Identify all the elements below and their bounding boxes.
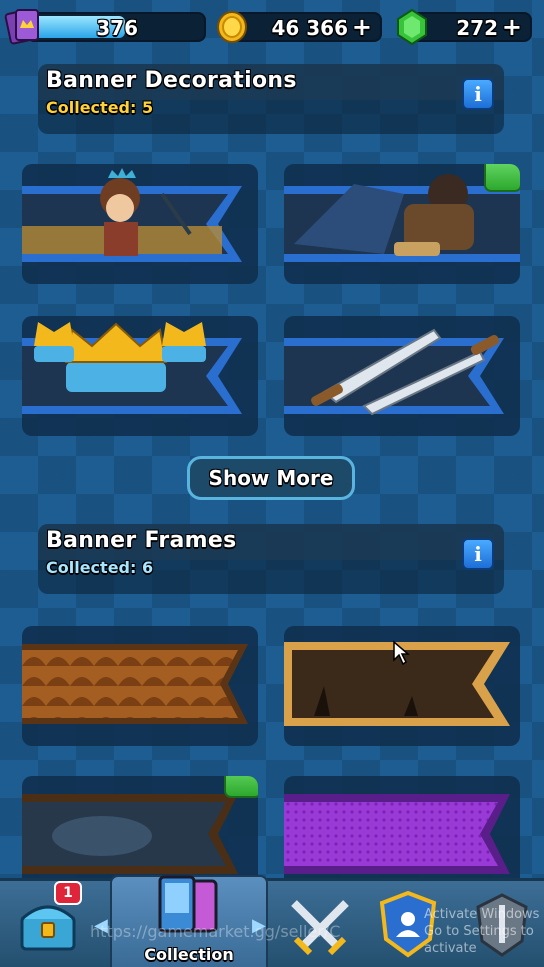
activate-windows-watermark: Activate Windows Go to Settings to activ… — [424, 906, 544, 957]
show-more-button[interactable]: Show More — [187, 456, 355, 500]
selected-check-icon — [224, 776, 258, 798]
decoration-card-swords[interactable] — [284, 316, 520, 436]
top-resource-bar: 376 46 366 + 272 + — [0, 0, 544, 52]
trophy-count: 376 — [96, 16, 138, 40]
wood-frame-art — [22, 644, 248, 724]
gold-value: 46 366 — [271, 16, 348, 40]
notification-badge: 1 — [54, 881, 82, 905]
banner-frames-header: Banner Frames Collected: 6 i — [38, 524, 504, 594]
gold-counter[interactable]: 46 366 + — [226, 12, 382, 42]
watermark-line-2: Go to Settings to activate — [424, 924, 534, 956]
nav-shop[interactable]: 1 — [0, 881, 104, 967]
gold-coin-icon — [217, 11, 247, 43]
green-gem-icon — [397, 8, 427, 46]
frame-card-wood[interactable] — [22, 626, 258, 746]
xp-bar[interactable]: 376 — [26, 12, 206, 42]
nav-label-collection: Collection — [144, 945, 234, 964]
banner-decorations-header: Banner Decorations Collected: 5 i — [38, 64, 504, 134]
gold-plus-button[interactable]: + — [352, 13, 372, 41]
info-button[interactable]: i — [462, 538, 494, 570]
section-title: Banner Decorations — [46, 68, 297, 93]
card-deck-icon[interactable] — [4, 6, 44, 46]
watermark-line-1: Activate Windows — [424, 907, 540, 922]
decoration-card-crowns[interactable] — [22, 316, 258, 436]
princess-banner-art — [22, 168, 242, 262]
decoration-card-knight[interactable] — [284, 164, 520, 284]
nav-collection[interactable]: Collection — [110, 875, 268, 967]
crowns-banner-art — [22, 322, 242, 414]
swords-banner-art — [284, 328, 504, 416]
gem-plus-button[interactable]: + — [502, 13, 522, 41]
decoration-card-princess[interactable] — [22, 164, 258, 284]
gem-value: 272 — [456, 16, 498, 40]
section-title: Banner Frames — [46, 528, 237, 553]
collected-count: Collected: 6 — [46, 558, 154, 577]
info-button[interactable]: i — [462, 78, 494, 110]
url-watermark: https://gamemarket.gg/seller/C — [90, 922, 341, 941]
mouse-cursor-icon — [393, 640, 410, 666]
collected-count: Collected: 5 — [46, 98, 154, 117]
selected-check-icon — [484, 164, 520, 192]
